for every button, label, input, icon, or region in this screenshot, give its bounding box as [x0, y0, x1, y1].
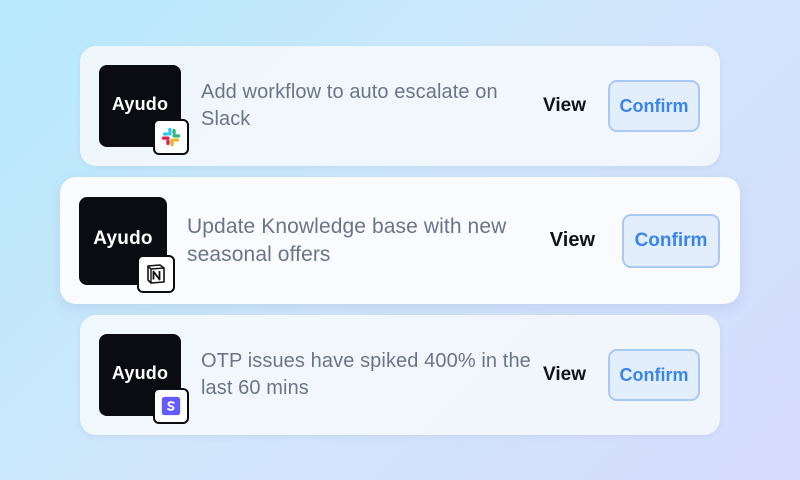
confirm-button[interactable]: Confirm: [622, 213, 720, 268]
suggestion-text: OTP issues have spiked 400% in the last …: [201, 350, 531, 399]
view-button[interactable]: View: [543, 95, 586, 117]
logo-text: Ayudo: [111, 93, 169, 114]
suggestion-text: Add workflow to auto escalate on Slack: [201, 81, 498, 130]
ayudo-logo: Ayudo: [99, 65, 189, 155]
suggestion-card: Ayudo Add workflow to auto escalate on S…: [80, 46, 720, 166]
suggestion-text: Update Knowledge base with new seasonal …: [187, 214, 507, 266]
suggestion-card: Ayudo OTP issues have spiked 400% in the…: [80, 315, 720, 435]
view-button[interactable]: View: [543, 364, 586, 386]
logo-text: Ayudo: [111, 362, 169, 383]
ayudo-logo: Ayudo: [79, 196, 175, 293]
suggestion-card: Ayudo Update Knowledge base with new sea…: [60, 177, 740, 304]
confirm-button[interactable]: Confirm: [608, 349, 700, 401]
slack-icon: [153, 119, 189, 155]
view-button[interactable]: View: [550, 229, 595, 252]
stripe-icon: [153, 388, 189, 424]
notion-icon: [137, 254, 175, 293]
confirm-button[interactable]: Confirm: [608, 80, 700, 132]
logo-text: Ayudo: [93, 227, 153, 249]
ayudo-logo: Ayudo: [99, 334, 189, 424]
